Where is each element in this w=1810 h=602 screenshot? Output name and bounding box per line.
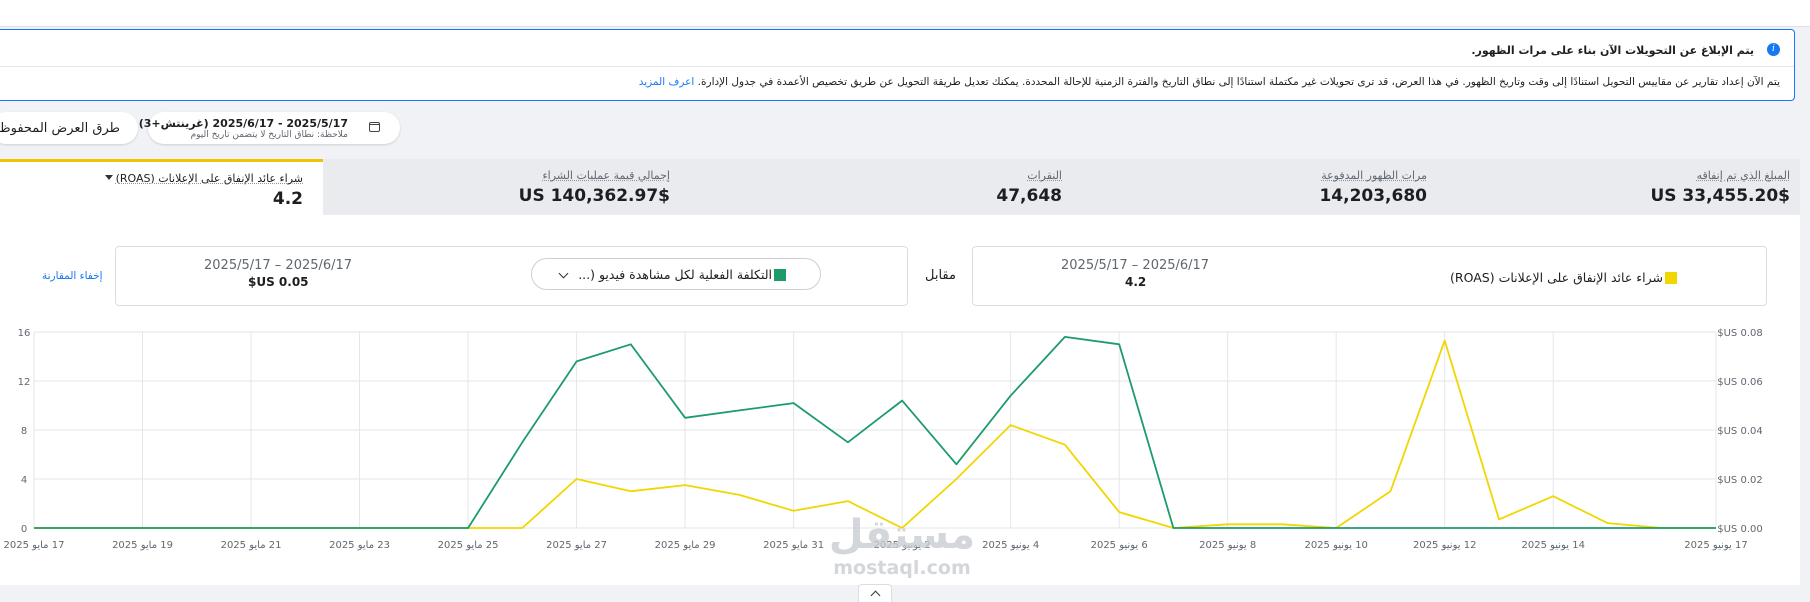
y-left-tick-label: 12 xyxy=(18,377,31,388)
hide-comparison-link[interactable]: إخفاء المقارنة xyxy=(42,270,103,282)
y-left-tick-label: 16 xyxy=(18,328,31,339)
versus-label: مقابل xyxy=(925,268,956,283)
metric-label: النقرات xyxy=(1027,169,1062,182)
y-left-tick-label: 8 xyxy=(21,426,27,437)
date-range-picker[interactable]: 2025/5/17 - 2025/6/17 (غرينتش+3) ملاحظة:… xyxy=(139,112,400,144)
primary-date: 2025/5/17 – 2025/6/17 xyxy=(1061,258,1210,273)
primary-metric-label: شراء عائد الإنفاق على الإعلانات (ROAS) xyxy=(1450,270,1677,285)
expand-toggle[interactable] xyxy=(858,584,892,602)
metric-label: المبلغ الذي تم إنفاقه xyxy=(1696,169,1790,182)
x-tick-label: 12 يونيو 2025 xyxy=(1413,540,1476,551)
conversion-notice: i يتم الإبلاغ عن التحويلات الآن بناء على… xyxy=(0,29,1795,101)
x-tick-label: 19 مايو 2025 xyxy=(112,540,173,551)
chevron-up-icon xyxy=(870,590,881,601)
x-tick-label: 6 يونيو 2025 xyxy=(1091,540,1148,551)
x-tick-label: 14 يونيو 2025 xyxy=(1521,540,1584,551)
x-tick-label: 17 يونيو 2025 xyxy=(1684,540,1747,551)
x-tick-label: 8 يونيو 2025 xyxy=(1199,540,1256,551)
metrics-bar: المبلغ الذي تم إنفاقه $US 33,455.20 مرات… xyxy=(0,159,1800,215)
saved-views-button[interactable]: طرق العرض المحفوظة xyxy=(0,112,138,144)
primary-metric-text: شراء عائد الإنفاق على الإعلانات (ROAS) xyxy=(1450,270,1663,285)
watermark-logo: مستقل xyxy=(828,512,976,558)
metric-value: 14,203,680 xyxy=(1319,186,1427,206)
metric-value: 47,648 xyxy=(996,186,1062,206)
notice-body: يتم الآن إعداد تقارير عن مقاييس التحويل … xyxy=(639,76,1780,88)
metric-label: شراء عائد الإنفاق على الإعلانات (ROAS) xyxy=(115,172,303,185)
metric-value: $US 140,362.97 xyxy=(518,186,670,206)
y-left-tick-label: 4 xyxy=(21,475,27,486)
metric-value: $US 33,455.20 xyxy=(1650,186,1790,206)
y-right-tick-label: $US 0.08 xyxy=(1717,328,1762,339)
metric-amount-spent[interactable]: المبلغ الذي تم إنفاقه $US 33,455.20 xyxy=(1540,159,1790,215)
secondary-metric-label: التكلفة الفعلية لكل مشاهدة فيديو (... xyxy=(578,267,786,282)
metric-purchase-value[interactable]: إجمالي قيمة عمليات الشراء $US 140,362.97 xyxy=(420,159,670,215)
calendar-icon xyxy=(369,122,380,132)
watermark-url: mostaql.com xyxy=(833,557,971,579)
y-right-tick-label: $US 0.06 xyxy=(1717,377,1762,388)
y-axis-right: $US 0.00 $US 0.02 $US 0.04 $US 0.06 $US 0.08 xyxy=(1717,328,1762,535)
chart-series xyxy=(34,335,1716,529)
green-legend-swatch xyxy=(774,268,786,281)
y-axis-left: 0 4 8 12 16 xyxy=(18,328,31,535)
metric-label: مرات الظهور المدفوعة xyxy=(1321,169,1427,182)
date-range-note: ملاحظة: نطاق التاريخ لا يتضمن تاريخ اليو… xyxy=(190,130,348,140)
date-range-label: 2025/5/17 - 2025/6/17 (غرينتش+3) xyxy=(138,117,348,130)
y-right-tick-label: $US 0.02 xyxy=(1717,475,1762,486)
x-tick-label: 21 مايو 2025 xyxy=(221,540,282,551)
metric-paid-impressions[interactable]: مرات الظهور المدفوعة 14,203,680 xyxy=(1177,159,1427,215)
watermark: مستقل mostaql.com xyxy=(822,512,982,584)
notice-body-text: يتم الآن إعداد تقارير عن مقاييس التحويل … xyxy=(697,76,1780,88)
metric-label: إجمالي قيمة عمليات الشراء xyxy=(542,169,670,182)
info-icon: i xyxy=(1767,43,1780,56)
saved-views-label: طرق العرض المحفوظة xyxy=(0,120,120,136)
notice-divider xyxy=(0,66,1794,67)
roas-series-line xyxy=(34,339,1716,529)
x-tick-label: 10 يونيو 2025 xyxy=(1304,540,1367,551)
notice-title: يتم الإبلاغ عن التحويلات الآن بناء على م… xyxy=(1471,44,1754,57)
top-bar xyxy=(0,0,1810,27)
x-tick-label: 17 مايو 2025 xyxy=(4,540,65,551)
caret-down-icon[interactable] xyxy=(105,175,113,180)
x-tick-label: 31 مايو 2025 xyxy=(763,540,824,551)
metric-roas-selected[interactable]: شراء عائد الإنفاق على الإعلانات (ROAS) 4… xyxy=(0,159,323,215)
x-tick-label: 29 مايو 2025 xyxy=(655,540,716,551)
secondary-metric-select[interactable]: التكلفة الفعلية لكل مشاهدة فيديو (... xyxy=(531,258,821,290)
cost-per-view-series-line xyxy=(34,335,1716,529)
learn-more-link[interactable]: اعرف المزيد xyxy=(639,76,695,88)
primary-metric-box: 2025/5/17 – 2025/6/17 4.2 شراء عائد الإن… xyxy=(972,246,1767,306)
secondary-date: 2025/5/17 – 2025/6/17 xyxy=(204,258,353,273)
yellow-legend-swatch xyxy=(1665,271,1677,284)
x-tick-label: 4 يونيو 2025 xyxy=(982,540,1039,551)
x-tick-label: 25 مايو 2025 xyxy=(438,540,499,551)
metric-value: 4.2 xyxy=(272,189,303,209)
primary-value: 4.2 xyxy=(1125,275,1147,289)
y-left-tick-label: 0 xyxy=(21,524,27,535)
x-tick-label: 27 مايو 2025 xyxy=(546,540,607,551)
secondary-value: $US 0.05 xyxy=(248,275,309,289)
x-tick-label: 23 مايو 2025 xyxy=(329,540,390,551)
metric-clicks[interactable]: النقرات 47,648 xyxy=(812,159,1062,215)
y-right-tick-label: $US 0.00 xyxy=(1717,524,1762,535)
chevron-down-icon xyxy=(558,268,569,279)
chart-grid xyxy=(33,331,1717,529)
y-right-tick-label: $US 0.04 xyxy=(1717,426,1762,437)
secondary-metric-text: التكلفة الفعلية لكل مشاهدة فيديو (... xyxy=(578,267,772,282)
